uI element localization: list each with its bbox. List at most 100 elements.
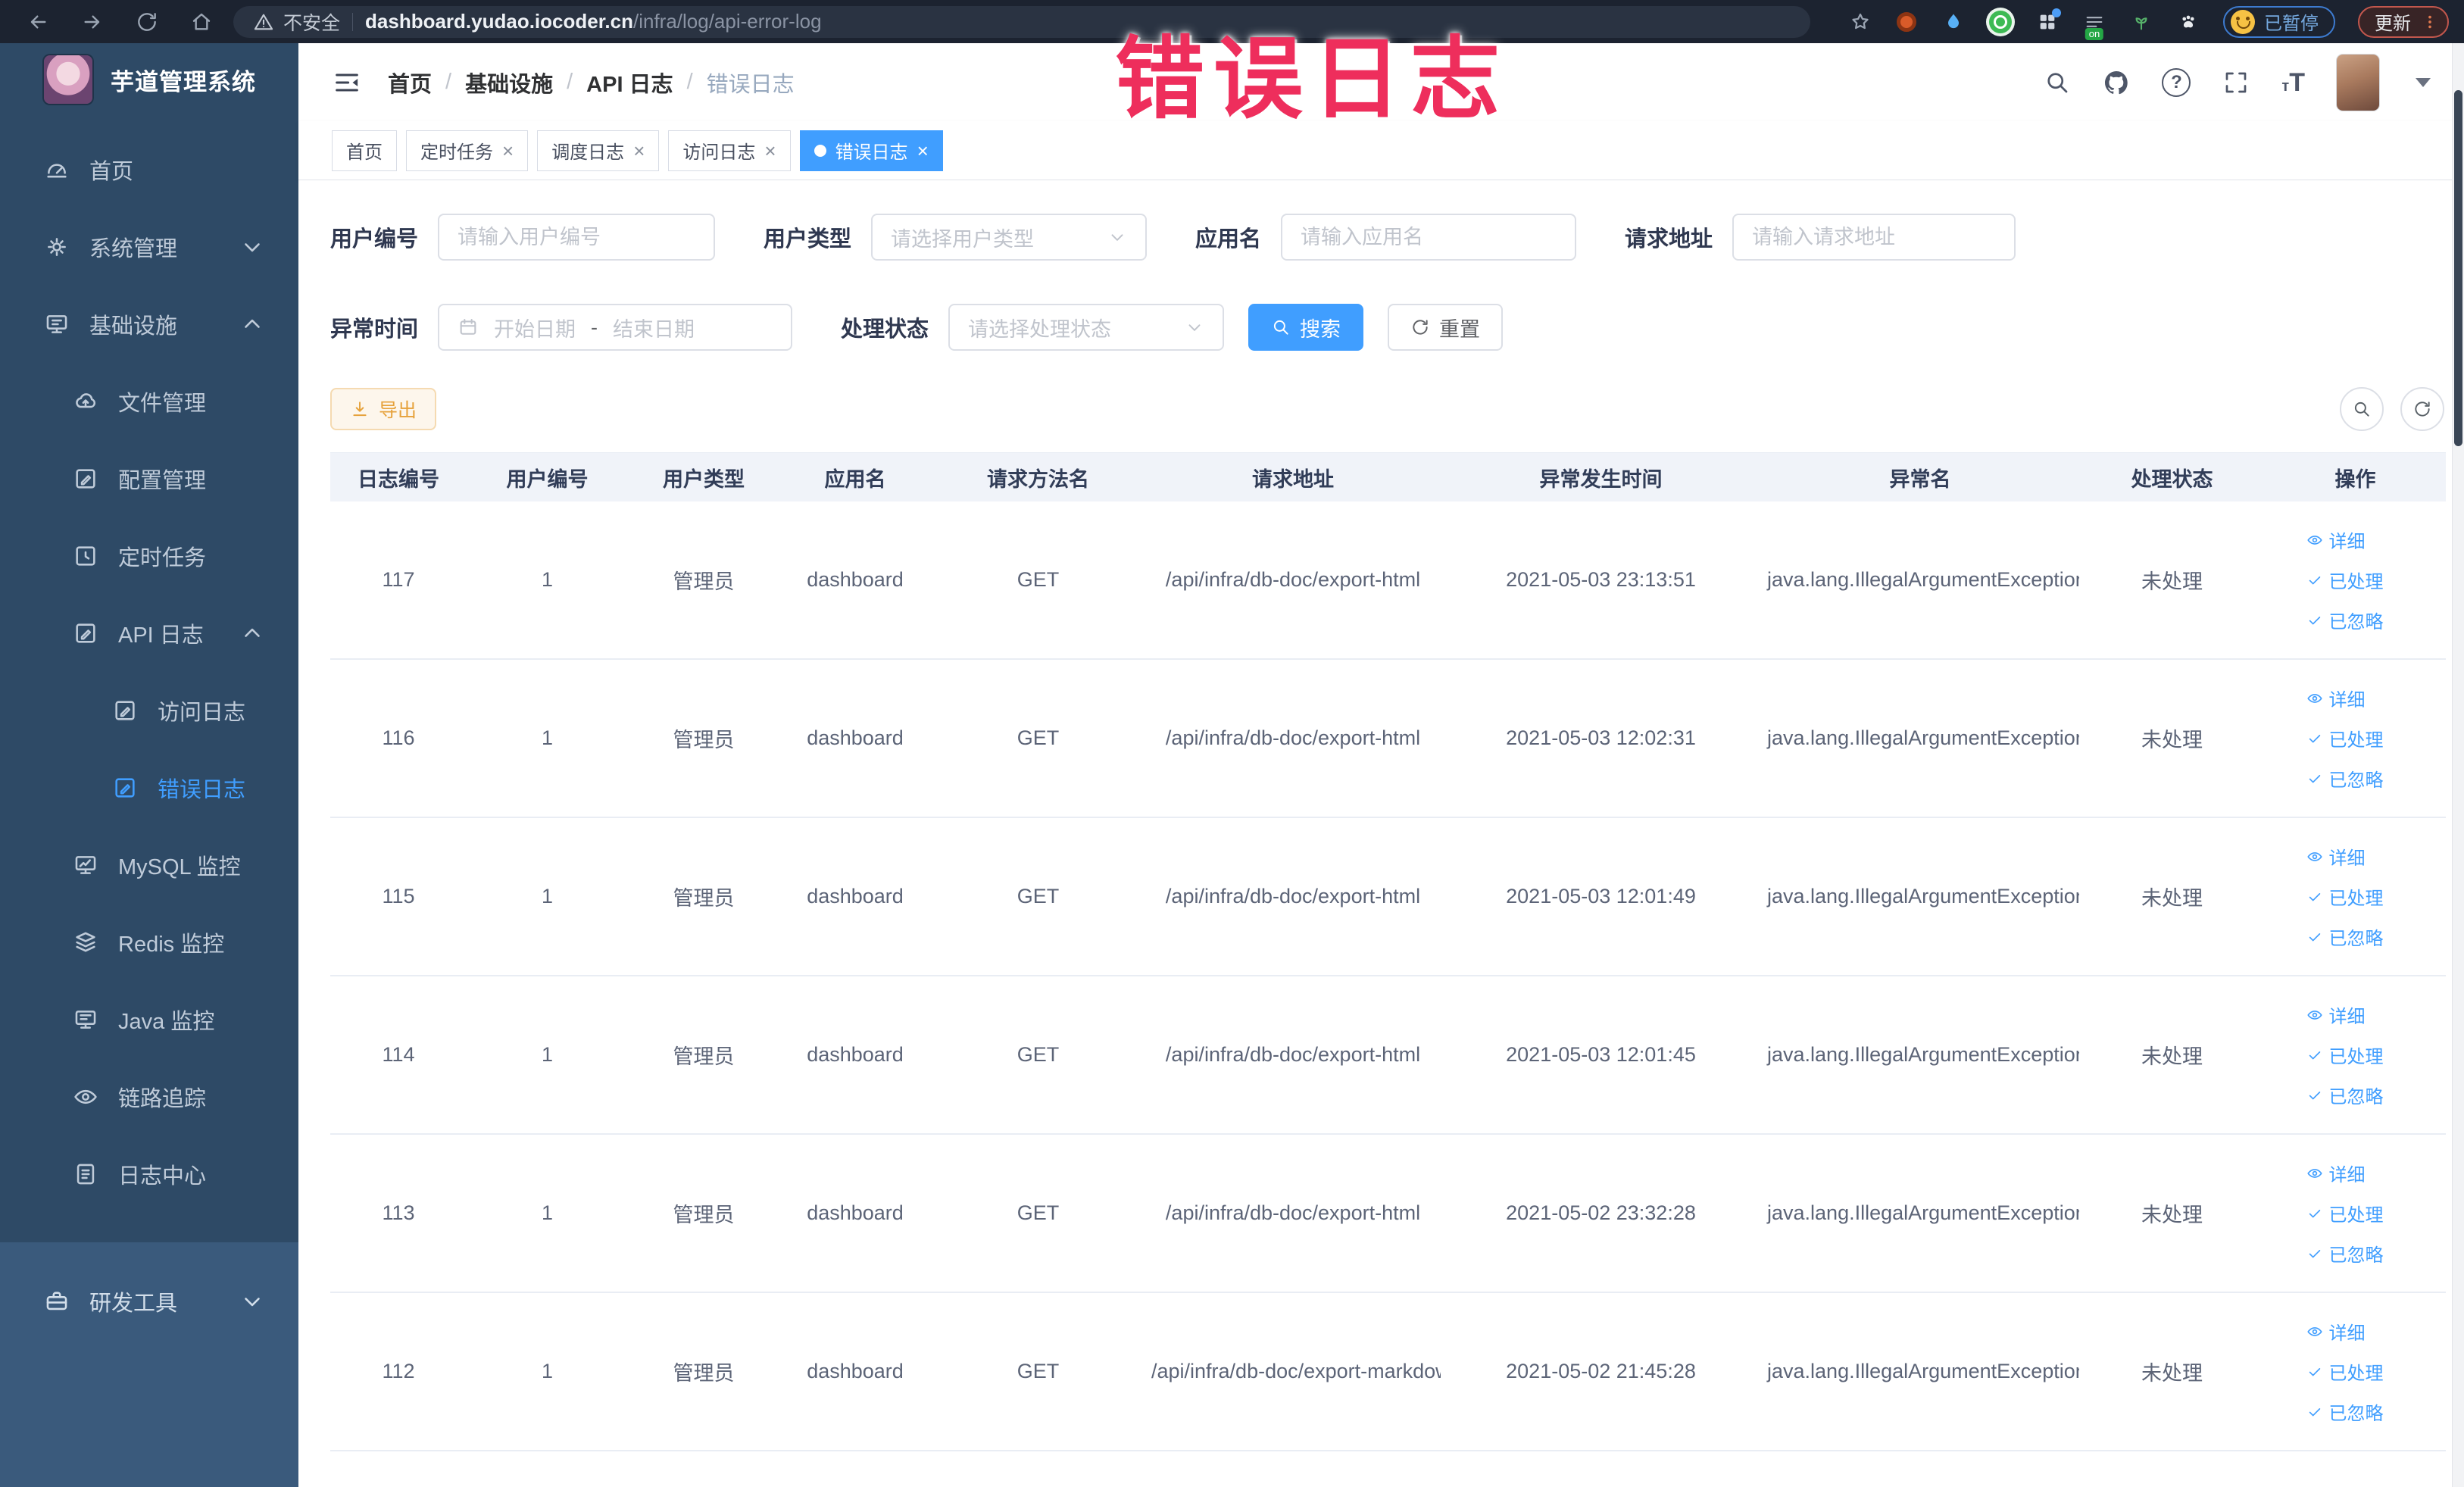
tab-错误日志[interactable]: 错误日志 × bbox=[799, 130, 943, 171]
process-status-label: 处理状态 bbox=[841, 317, 929, 342]
extension-grid-icon[interactable] bbox=[2035, 8, 2061, 34]
op-ignored-link[interactable]: 已忽略 bbox=[2306, 1240, 2384, 1267]
sidebar-item-系统管理[interactable]: 系统管理 bbox=[0, 208, 298, 286]
op-detail-link[interactable]: 详细 bbox=[2306, 685, 2366, 711]
browser-home-icon[interactable] bbox=[189, 10, 214, 34]
op-ignored-link[interactable]: 已忽略 bbox=[2306, 1398, 2384, 1425]
scrollbar-thumb[interactable] bbox=[2454, 90, 2462, 446]
app-name-input[interactable] bbox=[1281, 214, 1577, 261]
close-icon[interactable]: × bbox=[633, 141, 645, 161]
toggle-search-button[interactable] bbox=[2340, 387, 2384, 431]
sidebar-item-基础设施[interactable]: 基础设施 bbox=[0, 286, 298, 363]
op-detail-link[interactable]: 详细 bbox=[2306, 1318, 2366, 1345]
sidebar-item-首页[interactable]: 首页 bbox=[0, 131, 298, 208]
tab-调度日志[interactable]: 调度日志 × bbox=[537, 130, 660, 171]
tab-访问日志[interactable]: 访问日志 × bbox=[668, 130, 791, 171]
browser-update-button[interactable]: 更新 bbox=[2358, 5, 2449, 38]
exception-time-label: 异常时间 bbox=[330, 317, 419, 342]
sidebar-item-Redis 监控[interactable]: Redis 监控 bbox=[0, 904, 298, 981]
breadcrumb: 首页 / 基础设施 / API 日志 / 错误日志 bbox=[388, 67, 795, 98]
extension-paw-icon[interactable] bbox=[2176, 10, 2200, 34]
fullscreen-icon[interactable] bbox=[2222, 69, 2250, 96]
op-ignored-link[interactable]: 已忽略 bbox=[2306, 607, 2384, 633]
op-processed-link[interactable]: 已处理 bbox=[2306, 1358, 2384, 1385]
help-icon[interactable]: ? bbox=[2162, 67, 2191, 97]
user-id-input[interactable] bbox=[438, 214, 716, 261]
request-url-input[interactable] bbox=[1732, 214, 2016, 261]
exception-time-range-picker[interactable]: 开始日期 - 结束日期 bbox=[438, 304, 793, 351]
tab-定时任务[interactable]: 定时任务 × bbox=[406, 130, 529, 171]
avatar[interactable] bbox=[2337, 54, 2379, 111]
check-icon bbox=[2306, 612, 2323, 629]
column-header-日志编号: 日志编号 bbox=[358, 467, 439, 491]
scrollbar[interactable] bbox=[2452, 43, 2464, 1487]
extension-green-icon[interactable] bbox=[1988, 10, 2013, 34]
op-processed-link[interactable]: 已处理 bbox=[2306, 725, 2384, 751]
sidebar-item-日志中心[interactable]: 日志中心 bbox=[0, 1136, 298, 1213]
op-processed-link[interactable]: 已处理 bbox=[2306, 1200, 2384, 1226]
breadcrumb-item[interactable]: 首页 bbox=[388, 67, 432, 98]
sidebar-item-链路追踪[interactable]: 链路追踪 bbox=[0, 1058, 298, 1136]
search-button[interactable]: 搜索 bbox=[1248, 304, 1364, 351]
address-bar[interactable]: 不安全 dashboard.yudao.iocoder.cn/infra/log… bbox=[233, 5, 1810, 38]
table-row: 116 1 管理员 dashboard GET/api/infra/db-doc/exp… bbox=[330, 660, 2446, 818]
op-processed-link[interactable]: 已处理 bbox=[2306, 567, 2384, 593]
sidebar-item-定时任务[interactable]: 定时任务 bbox=[0, 517, 298, 595]
extension-orange-icon[interactable] bbox=[1894, 10, 1919, 34]
op-detail-link[interactable]: 详细 bbox=[2306, 1160, 2366, 1186]
op-processed-link[interactable]: 已处理 bbox=[2306, 883, 2384, 910]
sidebar-item-错误日志[interactable]: 错误日志 bbox=[0, 749, 298, 826]
extension-sprout-icon[interactable] bbox=[2129, 10, 2153, 34]
op-detail-link[interactable]: 详细 bbox=[2306, 843, 2366, 870]
user-type-select[interactable]: 请选择用户类型 bbox=[871, 214, 1148, 261]
browser-reload-icon[interactable] bbox=[135, 10, 159, 34]
breadcrumb-separator: / bbox=[567, 70, 573, 94]
error-log-table: 日志编号 用户编号 用户类型 应用名 请求方法名 请求地址 异常发生时间 异常名 处理状态 操作 … bbox=[330, 452, 2446, 1451]
refresh-table-button[interactable] bbox=[2400, 387, 2444, 431]
close-icon[interactable]: × bbox=[917, 141, 929, 161]
extension-tampermonkey-icon[interactable]: on bbox=[2082, 10, 2106, 40]
eye-icon bbox=[2306, 1165, 2323, 1182]
bookmark-star-icon[interactable] bbox=[1849, 11, 1872, 33]
sidebar-item-API 日志[interactable]: API 日志 bbox=[0, 595, 298, 672]
browser-back-icon[interactable] bbox=[26, 10, 50, 34]
tab-首页[interactable]: 首页 bbox=[332, 130, 397, 171]
sidebar-item-文件管理[interactable]: 文件管理 bbox=[0, 363, 298, 440]
github-icon[interactable] bbox=[2103, 69, 2130, 96]
browser-menu-icon[interactable] bbox=[2422, 14, 2438, 30]
op-ignored-link[interactable]: 已忽略 bbox=[2306, 1082, 2384, 1108]
op-ignored-link[interactable]: 已忽略 bbox=[2306, 765, 2384, 792]
paused-extension-pill[interactable]: 已暂停 bbox=[2223, 5, 2335, 38]
op-processed-link[interactable]: 已处理 bbox=[2306, 1042, 2384, 1068]
op-detail-link[interactable]: 详细 bbox=[2306, 1001, 2366, 1028]
breadcrumb-item[interactable]: 基础设施 bbox=[465, 67, 553, 98]
column-header-处理状态: 处理状态 bbox=[2131, 467, 2213, 491]
browser-forward-icon[interactable] bbox=[80, 10, 105, 34]
close-icon[interactable]: × bbox=[502, 141, 514, 161]
extension-drop-icon[interactable] bbox=[1941, 10, 1966, 34]
sidebar-item-MySQL 监控[interactable]: MySQL 监控 bbox=[0, 826, 298, 904]
close-icon[interactable]: × bbox=[764, 141, 776, 161]
font-size-icon[interactable]: тТ bbox=[2281, 70, 2305, 95]
breadcrumb-item[interactable]: API 日志 bbox=[586, 67, 673, 98]
search-icon[interactable] bbox=[2044, 69, 2071, 96]
op-ignored-link[interactable]: 已忽略 bbox=[2306, 923, 2384, 950]
reset-button[interactable]: 重置 bbox=[1388, 304, 1504, 351]
sidebar-item-Java 监控[interactable]: Java 监控 bbox=[0, 981, 298, 1058]
avatar-caret-icon[interactable] bbox=[2416, 77, 2431, 87]
export-button[interactable]: 导出 bbox=[330, 388, 437, 430]
hamburger-icon[interactable] bbox=[332, 67, 362, 98]
sidebar-item-访问日志[interactable]: 访问日志 bbox=[0, 672, 298, 749]
sidebar-item-配置管理[interactable]: 配置管理 bbox=[0, 440, 298, 517]
table-row: 117 1 管理员 dashboard GET/api/infra/db-doc/exp… bbox=[330, 501, 2446, 660]
search-icon bbox=[2352, 399, 2372, 419]
op-detail-link[interactable]: 详细 bbox=[2306, 526, 2366, 553]
eye-icon bbox=[2306, 690, 2323, 707]
table-body: 117 1 管理员 dashboard GET/api/infra/db-doc/exp… bbox=[330, 501, 2446, 1451]
sidebar-item-dev-tools[interactable]: 研发工具 bbox=[0, 1264, 298, 1339]
app-logo[interactable]: 芋道管理系统 bbox=[0, 43, 298, 104]
toolbox-icon bbox=[44, 1289, 70, 1314]
chevron-down-icon bbox=[1185, 317, 1204, 337]
process-status-select[interactable]: 请选择处理状态 bbox=[948, 304, 1225, 351]
column-header-操作: 操作 bbox=[2334, 467, 2376, 491]
